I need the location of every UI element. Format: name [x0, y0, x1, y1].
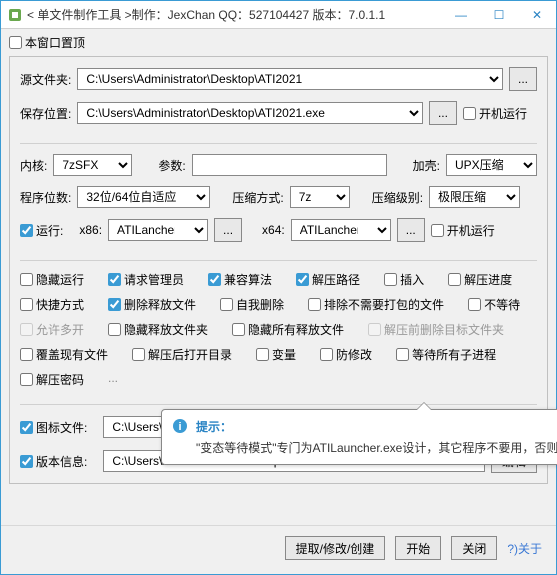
tooltip-title: 提示：	[196, 418, 557, 435]
autostart-checkbox[interactable]: 开机运行	[463, 105, 527, 122]
bits-label: 程序位数:	[20, 189, 71, 206]
pack-select[interactable]: UPX压缩	[446, 154, 537, 176]
zip-label: 压缩方式:	[232, 189, 283, 206]
maximize-button[interactable]: ☐	[480, 1, 518, 28]
level-label: 压缩级别:	[372, 189, 423, 206]
x86-select[interactable]: ATILancher.	[108, 219, 208, 241]
info-icon: i	[172, 418, 188, 434]
close-button[interactable]: ✕	[518, 1, 556, 28]
kernel-label: 内核:	[20, 157, 47, 174]
multi-open-checkbox: 允许多开	[20, 321, 84, 338]
overwrite-checkbox[interactable]: 覆盖现有文件	[20, 346, 108, 363]
svg-text:i: i	[178, 421, 181, 433]
icon-file-checkbox[interactable]: 图标文件:	[20, 419, 87, 436]
close-app-button[interactable]: 关闭	[451, 536, 497, 560]
zip-select[interactable]: 7z	[290, 186, 350, 208]
wait-all-child-checkbox[interactable]: 等待所有子进程	[396, 346, 496, 363]
source-folder-select[interactable]: C:\Users\Administrator\Desktop\ATI2021	[77, 68, 503, 90]
plugin-checkbox[interactable]: 插入	[384, 271, 424, 288]
del-target-before-checkbox: 解压前删除目标文件夹	[368, 321, 504, 338]
extract-modify-create-button[interactable]: 提取/修改/创建	[285, 536, 386, 560]
source-browse-button[interactable]: ...	[509, 67, 537, 91]
del-release-checkbox[interactable]: 删除释放文件	[108, 296, 196, 313]
x64-select[interactable]: ATILancher.	[291, 219, 391, 241]
hide-all-release-checkbox[interactable]: 隐藏所有释放文件	[232, 321, 344, 338]
hide-release-dir-checkbox[interactable]: 隐藏释放文件夹	[108, 321, 208, 338]
run-checkbox[interactable]: 运行:	[20, 222, 63, 239]
extract-progress-checkbox[interactable]: 解压进度	[448, 271, 512, 288]
self-delete-checkbox[interactable]: 自我删除	[220, 296, 284, 313]
open-dir-after-checkbox[interactable]: 解压后打开目录	[132, 346, 232, 363]
kernel-select[interactable]: 7zSFX	[53, 154, 132, 176]
tooltip-text: "变态等待模式"专门为ATILauncher.exe设计，其它程序不要用，否则会	[196, 439, 557, 456]
args-label: 参数:	[158, 157, 185, 174]
args-input[interactable]	[192, 154, 387, 176]
about-link[interactable]: ?)关于	[507, 540, 542, 557]
app-icon	[7, 7, 23, 23]
level-select[interactable]: 极限压缩	[429, 186, 520, 208]
start-button[interactable]: 开始	[395, 536, 441, 560]
req-admin-checkbox[interactable]: 请求管理员	[108, 271, 184, 288]
x64-browse-button[interactable]: ...	[397, 218, 425, 242]
minimize-button[interactable]: —	[442, 1, 480, 28]
extract-path-checkbox[interactable]: 解压路径	[296, 271, 360, 288]
autostart2-checkbox[interactable]: 开机运行	[431, 222, 495, 239]
extract-pwd-checkbox[interactable]: 解压密码	[20, 371, 84, 388]
anti-modify-checkbox[interactable]: 防修改	[320, 346, 372, 363]
x64-label: x64:	[262, 223, 285, 237]
hide-run-checkbox[interactable]: 隐藏运行	[20, 271, 84, 288]
source-folder-label: 源文件夹:	[20, 71, 71, 88]
save-path-label: 保存位置:	[20, 105, 71, 122]
version-info-checkbox[interactable]: 版本信息:	[20, 453, 87, 470]
window-title: < 单文件制作工具 >制作：JexChan QQ：527104427 版本：7.…	[27, 6, 442, 23]
tooltip: i 提示： "变态等待模式"专门为ATILauncher.exe设计，其它程序不…	[161, 409, 557, 465]
no-wait-checkbox[interactable]: 不等待	[468, 296, 520, 313]
always-on-top-checkbox[interactable]: 本窗口置顶	[9, 34, 85, 51]
pack-label: 加壳:	[413, 157, 440, 174]
save-path-select[interactable]: C:\Users\Administrator\Desktop\ATI2021.e…	[77, 102, 423, 124]
compat-algo-checkbox[interactable]: 兼容算法	[208, 271, 272, 288]
shortcut-checkbox[interactable]: 快捷方式	[20, 296, 84, 313]
exclude-pack-checkbox[interactable]: 排除不需要打包的文件	[308, 296, 444, 313]
x86-browse-button[interactable]: ...	[214, 218, 242, 242]
x86-label: x86:	[79, 223, 102, 237]
bits-select[interactable]: 32位/64位自适应	[77, 186, 210, 208]
save-browse-button[interactable]: ...	[429, 101, 457, 125]
variable-checkbox[interactable]: 变量	[256, 346, 296, 363]
ellipsis-label: ...	[108, 371, 118, 388]
